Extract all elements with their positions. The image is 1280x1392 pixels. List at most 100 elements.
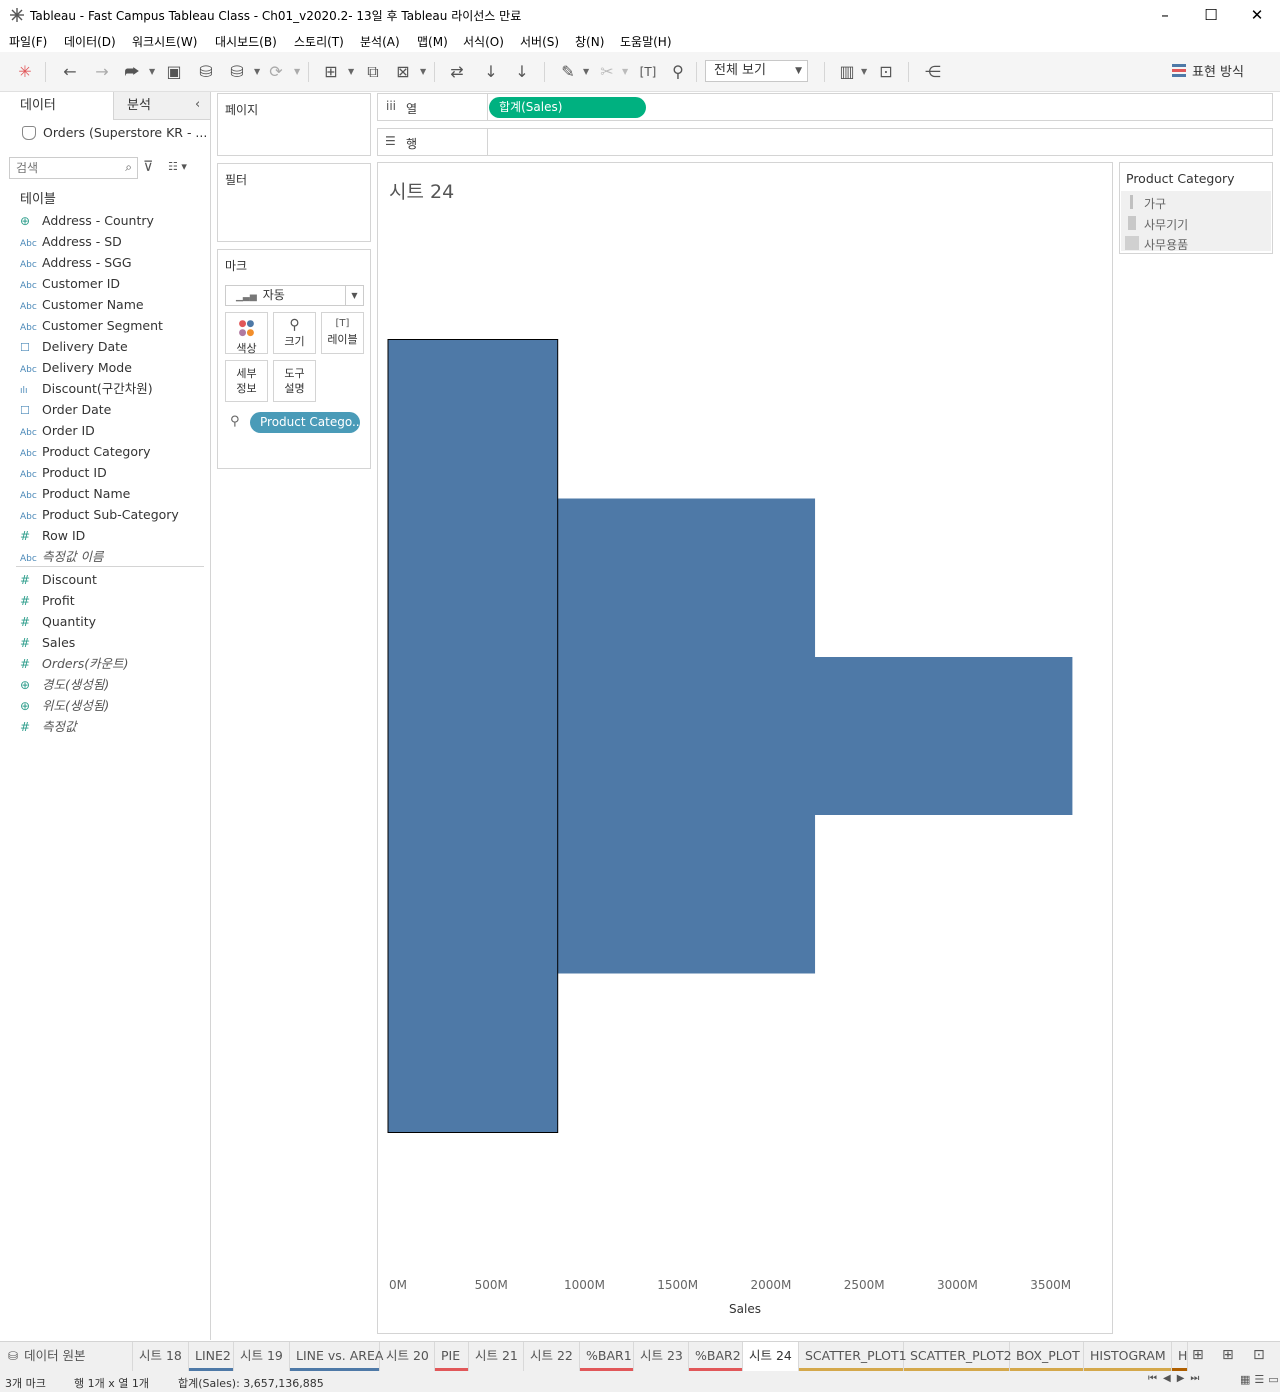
- cards-dropdown-icon[interactable]: ▼: [861, 62, 867, 82]
- field-measure[interactable]: # Quantity: [20, 611, 96, 632]
- datasource-dropdown-icon[interactable]: ▼: [254, 62, 260, 82]
- new-worksheet-icon[interactable]: ⊞: [320, 62, 342, 82]
- datasource-tab[interactable]: ⛁ 데이터 원본: [0, 1342, 133, 1371]
- sheet-tab[interactable]: 시트 21: [469, 1342, 524, 1371]
- menu-analysis[interactable]: 분석(A): [360, 33, 400, 50]
- legend-item[interactable]: 가구: [1144, 195, 1166, 212]
- field-dimension[interactable]: Abc Product Category: [20, 441, 151, 462]
- field-dimension[interactable]: Abc Address - SGG: [20, 252, 132, 273]
- tooltip-button[interactable]: 도구 설명: [273, 360, 316, 402]
- close-icon[interactable]: ✕: [1234, 0, 1280, 30]
- sheet-tab[interactable]: SCATTER_PLOT1: [799, 1342, 907, 1371]
- search-field[interactable]: ⌕: [9, 157, 138, 179]
- detail-button[interactable]: 세부 정보: [225, 360, 268, 402]
- field-measure[interactable]: ⊕ 위도(생성됨): [20, 695, 109, 716]
- group-dropdown-icon[interactable]: ▼: [622, 62, 628, 82]
- field-dimension[interactable]: ☐ Delivery Date: [20, 336, 128, 357]
- presentation-mode-icon[interactable]: ⊡: [875, 62, 897, 82]
- menu-story[interactable]: 스토리(T): [294, 33, 344, 50]
- menu-help[interactable]: 도움말(H): [620, 33, 672, 50]
- field-measure[interactable]: ⊕ 경도(생성됨): [20, 674, 109, 695]
- field-measure[interactable]: # Discount: [20, 569, 97, 590]
- menu-map[interactable]: 맵(M): [417, 33, 448, 50]
- clear-sheet-icon[interactable]: ⊠: [392, 62, 414, 82]
- sheet-tab[interactable]: LINE vs. AREA: [290, 1342, 383, 1371]
- undo-icon[interactable]: ←: [59, 62, 81, 82]
- group-icon[interactable]: ✂: [596, 62, 618, 82]
- show-me-button[interactable]: 표현 방식: [1172, 61, 1244, 80]
- sheet-tab[interactable]: 시트 23: [634, 1342, 689, 1371]
- sheet-navigation-icons[interactable]: ⏮◀▶⏭: [1148, 1373, 1205, 1384]
- rows-shelf[interactable]: ☰ 행: [377, 128, 1273, 156]
- maximize-icon[interactable]: ☐: [1188, 0, 1234, 30]
- size-button[interactable]: ⚲ 크기: [273, 312, 316, 354]
- new-dashboard-icon[interactable]: ⊞: [1222, 1347, 1234, 1363]
- highlight-dropdown-icon[interactable]: ▼: [583, 62, 589, 82]
- sort-ascending-icon[interactable]: ↓: [480, 62, 502, 82]
- sheet-tab[interactable]: 시트 24: [743, 1342, 799, 1371]
- sheet-tab[interactable]: 시트 18: [133, 1342, 189, 1371]
- sheet-tab[interactable]: %BAR1: [580, 1342, 634, 1371]
- field-dimension[interactable]: Abc Order ID: [20, 420, 95, 441]
- legend-item[interactable]: 사무용품: [1144, 236, 1188, 253]
- field-measure[interactable]: # 측정값: [20, 716, 77, 737]
- sort-descending-icon[interactable]: ↓: [511, 62, 533, 82]
- duplicate-sheet-icon[interactable]: ⧉: [362, 62, 384, 82]
- sheet-tab[interactable]: 시트 22: [524, 1342, 580, 1371]
- show-labels-icon[interactable]: [T]: [637, 62, 659, 82]
- new-worksheet-dropdown-icon[interactable]: ▼: [348, 62, 354, 82]
- field-dimension[interactable]: # Row ID: [20, 525, 85, 546]
- field-dimension[interactable]: Abc Product ID: [20, 462, 107, 483]
- pages-shelf[interactable]: 페이지: [217, 93, 371, 156]
- refresh-icon[interactable]: ⟳: [265, 62, 287, 82]
- color-button[interactable]: ●● ●● 색상: [225, 312, 268, 355]
- refresh-dropdown-icon[interactable]: ▼: [294, 62, 300, 82]
- swap-rows-columns-icon[interactable]: ⇄: [446, 62, 468, 82]
- pause-updates-icon[interactable]: ⛁: [226, 62, 248, 82]
- collapse-pane-icon[interactable]: ‹: [195, 97, 200, 112]
- save-icon[interactable]: ▣: [163, 62, 185, 82]
- field-measure[interactable]: # Sales: [20, 632, 75, 653]
- new-worksheet-icon[interactable]: ⊞: [1192, 1347, 1204, 1363]
- field-dimension[interactable]: ılı Discount(구간차원): [20, 378, 153, 399]
- replay-dropdown-icon[interactable]: ▼: [149, 62, 155, 82]
- label-button[interactable]: [T] 레이블: [321, 312, 364, 354]
- datasource-name[interactable]: Orders (Superstore KR - ...: [43, 125, 207, 140]
- sheet-tab[interactable]: SCATTER_PLOT2: [904, 1342, 1012, 1371]
- legend-item[interactable]: 사무기기: [1144, 216, 1188, 233]
- sheet-tab[interactable]: LINE2: [189, 1342, 234, 1371]
- redo-icon[interactable]: →: [91, 62, 113, 82]
- menu-file[interactable]: 파일(F): [9, 33, 47, 50]
- sheet-tab[interactable]: BOX_PLOT: [1010, 1342, 1084, 1371]
- field-measure[interactable]: # Profit: [20, 590, 75, 611]
- new-story-icon[interactable]: ⊡: [1253, 1347, 1265, 1363]
- field-measure[interactable]: # Orders(카운트): [20, 653, 129, 674]
- field-dimension[interactable]: ⊕ Address - Country: [20, 210, 154, 231]
- field-dimension[interactable]: Abc Address - SD: [20, 231, 122, 252]
- new-datasource-icon[interactable]: ⛁: [195, 62, 217, 82]
- search-input[interactable]: [10, 158, 110, 178]
- field-dimension[interactable]: Abc Delivery Mode: [20, 357, 132, 378]
- cards-toggle-icon[interactable]: ▥: [836, 62, 858, 82]
- menu-data[interactable]: 데이터(D): [64, 33, 116, 50]
- tab-data[interactable]: 데이터: [0, 92, 113, 120]
- marks-pill-product-category[interactable]: Product Catego..: [250, 412, 360, 433]
- mark-type-select[interactable]: ▁▃▅ 자동 ▼: [225, 285, 364, 306]
- sheet-tab[interactable]: 시트 20: [380, 1342, 435, 1371]
- menu-worksheet[interactable]: 워크시트(W): [132, 33, 197, 50]
- field-dimension[interactable]: Abc Customer Segment: [20, 315, 163, 336]
- filter-icon[interactable]: ⊽: [143, 159, 153, 175]
- columns-pill-sum-sales[interactable]: 합계(Sales): [489, 97, 646, 118]
- tableau-home-icon[interactable]: ✳: [14, 62, 36, 82]
- sheet-tab[interactable]: %BAR2: [689, 1342, 743, 1371]
- clear-dropdown-icon[interactable]: ▼: [420, 62, 426, 82]
- menu-format[interactable]: 서식(O): [463, 33, 504, 50]
- sheet-tab[interactable]: PIE: [435, 1342, 469, 1371]
- sheet-tab[interactable]: H: [1172, 1342, 1188, 1371]
- minimize-icon[interactable]: –: [1142, 0, 1188, 30]
- sheet-tab[interactable]: 시트 19: [234, 1342, 290, 1371]
- field-dimension[interactable]: Abc Customer Name: [20, 294, 144, 315]
- fix-axes-icon[interactable]: ⚲: [667, 62, 689, 82]
- highlight-icon[interactable]: ✎: [557, 62, 579, 82]
- sheet-tab[interactable]: HISTOGRAM: [1084, 1342, 1172, 1371]
